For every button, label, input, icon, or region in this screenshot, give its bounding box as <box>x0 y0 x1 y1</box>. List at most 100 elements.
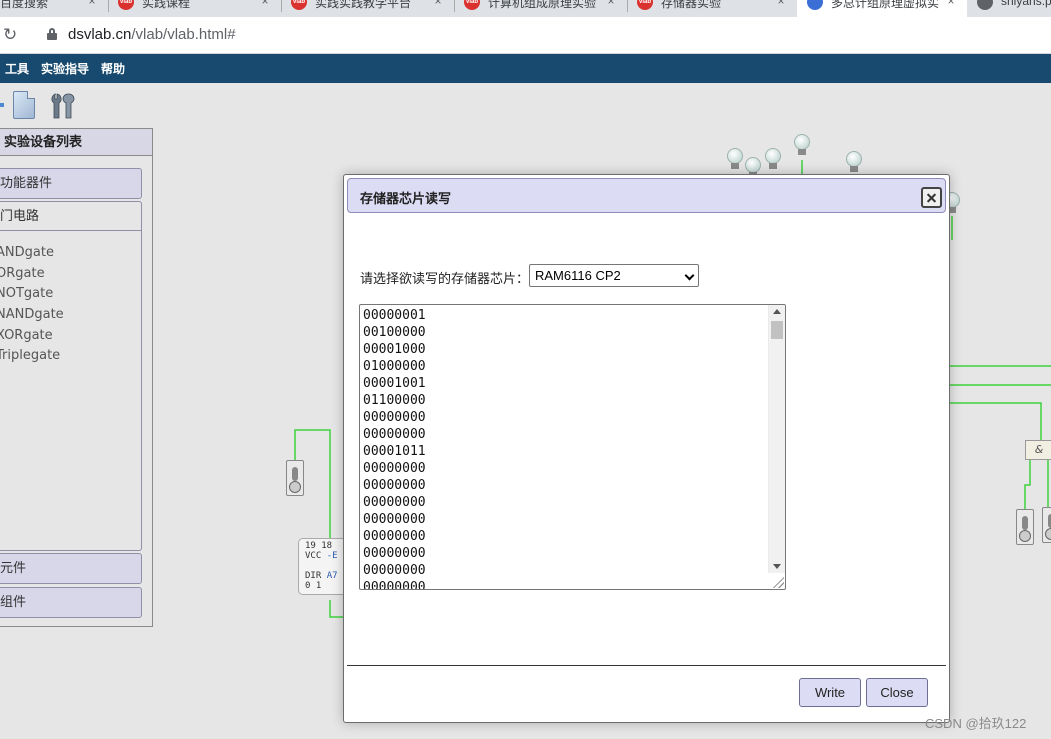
memory-line: 00000000 <box>363 495 426 510</box>
browser-tab[interactable]: vlab 实践课程 × <box>108 0 281 17</box>
url-host: dsvlab.cn <box>68 26 132 43</box>
list-item-nandgate[interactable]: NANDgate <box>0 305 141 326</box>
toggle-switch[interactable] <box>1016 509 1034 545</box>
tab-close-icon[interactable]: × <box>603 0 619 8</box>
list-item-triplegate[interactable]: Triplegate <box>0 346 141 367</box>
close-icon[interactable] <box>921 187 942 208</box>
category-gate-circuits-panel: 门电路 ANDgate ORgate NOTgate NANDgate XORg… <box>0 201 142 551</box>
tab-title: 百度搜索 <box>0 0 49 10</box>
write-button[interactable]: Write <box>799 678 861 707</box>
vlab-favicon-icon: vlab <box>464 0 480 10</box>
site-favicon-icon <box>807 0 823 10</box>
chip-pin-numbers-bottom: 0 1 <box>305 581 322 591</box>
chip-select-label: 请选择欲读写的存储器芯片： <box>360 272 530 287</box>
memory-chip-dialog: 存储器芯片读写 请选择欲读写的存储器芯片： RAM6116 CP2 000000… <box>343 174 950 723</box>
tab-close-icon[interactable]: × <box>430 0 446 8</box>
memory-line: 00000000 <box>363 580 426 590</box>
memory-line: 00000000 <box>363 461 426 476</box>
browser-tab[interactable]: vlab 计算机组成原理实验 × <box>454 0 627 17</box>
tab-title: 计算机组成原理实验 <box>488 0 597 10</box>
tab-close-icon[interactable]: × <box>257 0 273 8</box>
document-icon[interactable] <box>13 91 35 119</box>
resize-handle-icon[interactable] <box>770 574 784 588</box>
led-bulb-icon <box>794 134 810 156</box>
chevron-down-icon <box>684 270 695 281</box>
dialog-divider <box>347 665 946 666</box>
browser-tab[interactable]: vlab 实践实践教学平台 × <box>281 0 454 17</box>
url-field[interactable]: dsvlab.cn/vlab/vlab.html# <box>68 26 236 43</box>
scroll-thumb[interactable] <box>771 321 783 339</box>
menu-help[interactable]: 帮助 <box>101 60 125 77</box>
device-list-panel: 实验设备列表 功能器件 门电路 ANDgate ORgate NOTgate N… <box>0 128 153 627</box>
chip-select[interactable]: RAM6116 CP2 <box>529 264 699 287</box>
browser-tab[interactable]: shiyans.p <box>967 0 1051 17</box>
chip-vcc-label: VCC <box>305 551 322 561</box>
memory-line: 00000000 <box>363 427 426 442</box>
reload-icon[interactable]: ↻ <box>3 25 17 45</box>
and-gate[interactable]: & <box>1025 440 1051 460</box>
list-item-andgate[interactable]: ANDgate <box>0 243 141 264</box>
browser-tab-strip: 百度搜索 × vlab 实践课程 × vlab 实践实践教学平台 × vlab … <box>0 0 1051 17</box>
memory-line: 00001011 <box>363 444 426 459</box>
tab-title: 实践实践教学平台 <box>315 0 412 10</box>
toolbar-edge-icon[interactable] <box>0 103 4 107</box>
memory-content-textarea[interactable]: 00000001 00100000 00001000 01000000 00001001… <box>359 304 786 590</box>
memory-line: 00000000 <box>363 478 426 493</box>
memory-chip[interactable]: 19 18 VCC -E DIR A7 0 1 <box>298 538 348 595</box>
app-menubar: 工具 实验指导 帮助 <box>0 54 1051 83</box>
list-item-orgate[interactable]: ORgate <box>0 264 141 285</box>
category-functional-devices[interactable]: 功能器件 <box>0 168 142 199</box>
memory-line: 00001001 <box>363 376 426 391</box>
chip-dir-label: DIR <box>305 571 322 581</box>
memory-line: 00000001 <box>363 308 426 323</box>
app-toolbar <box>0 84 160 126</box>
memory-line: 00000000 <box>363 512 426 527</box>
tab-close-icon[interactable]: × <box>84 0 100 8</box>
scroll-up-icon[interactable] <box>773 309 781 314</box>
browser-tab-active[interactable]: 多总计组原理虚拟实 × <box>797 0 967 17</box>
led-bulb-icon <box>765 148 781 170</box>
led-bulb-icon <box>846 151 862 173</box>
device-list-title: 实验设备列表 <box>0 129 152 156</box>
memory-line: 01000000 <box>363 359 426 374</box>
menu-experiment-guide[interactable]: 实验指导 <box>41 60 89 77</box>
memory-line: 00000000 <box>363 546 426 561</box>
memory-line: 00001000 <box>363 342 426 357</box>
tools-icon[interactable] <box>49 91 79 121</box>
dialog-title: 存储器芯片读写 <box>360 192 452 207</box>
toggle-switch[interactable] <box>286 460 304 496</box>
address-bar: ↻ dsvlab.cn/vlab/vlab.html# <box>0 17 1051 54</box>
chip-e-label: -E <box>326 551 338 561</box>
tab-title: 存储器实验 <box>661 0 722 10</box>
category-components[interactable]: 元件 <box>0 553 142 584</box>
scroll-down-icon[interactable] <box>773 564 781 569</box>
chip-a7-label: A7 <box>326 571 338 581</box>
menu-tools[interactable]: 工具 <box>5 60 29 77</box>
textarea-scrollbar[interactable] <box>768 305 785 573</box>
toggle-switch[interactable] <box>1042 507 1051 543</box>
url-path: /vlab/vlab.html# <box>131 26 236 43</box>
globe-icon <box>977 0 993 10</box>
watermark: CSDN @拾玖122 <box>925 716 1027 731</box>
tab-close-icon[interactable]: × <box>943 0 959 8</box>
memory-line: 01100000 <box>363 393 426 408</box>
browser-tab[interactable]: vlab 存储器实验 × <box>627 0 797 17</box>
tab-close-icon[interactable]: × <box>773 0 789 8</box>
vlab-favicon-icon: vlab <box>637 0 653 10</box>
category-gate-circuits[interactable]: 门电路 <box>0 202 141 231</box>
vlab-favicon-icon: vlab <box>118 0 134 10</box>
category-assemblies[interactable]: 组件 <box>0 587 142 618</box>
list-item-notgate[interactable]: NOTgate <box>0 284 141 305</box>
memory-line: 00000000 <box>363 563 426 578</box>
list-item-xorgate[interactable]: XORgate <box>0 326 141 347</box>
close-button[interactable]: Close <box>866 678 928 707</box>
lock-icon[interactable] <box>47 28 57 40</box>
memory-line: 00000000 <box>363 529 426 544</box>
tab-title: shiyans.p <box>1001 0 1051 8</box>
vlab-favicon-icon: vlab <box>291 0 307 10</box>
memory-lines: 00000001 00100000 00001000 01000000 00001001… <box>363 307 426 590</box>
memory-line: 00000000 <box>363 410 426 425</box>
browser-tab[interactable]: 百度搜索 × <box>0 0 108 17</box>
chip-select-value: RAM6116 CP2 <box>535 268 621 283</box>
dialog-header[interactable]: 存储器芯片读写 <box>347 178 946 213</box>
